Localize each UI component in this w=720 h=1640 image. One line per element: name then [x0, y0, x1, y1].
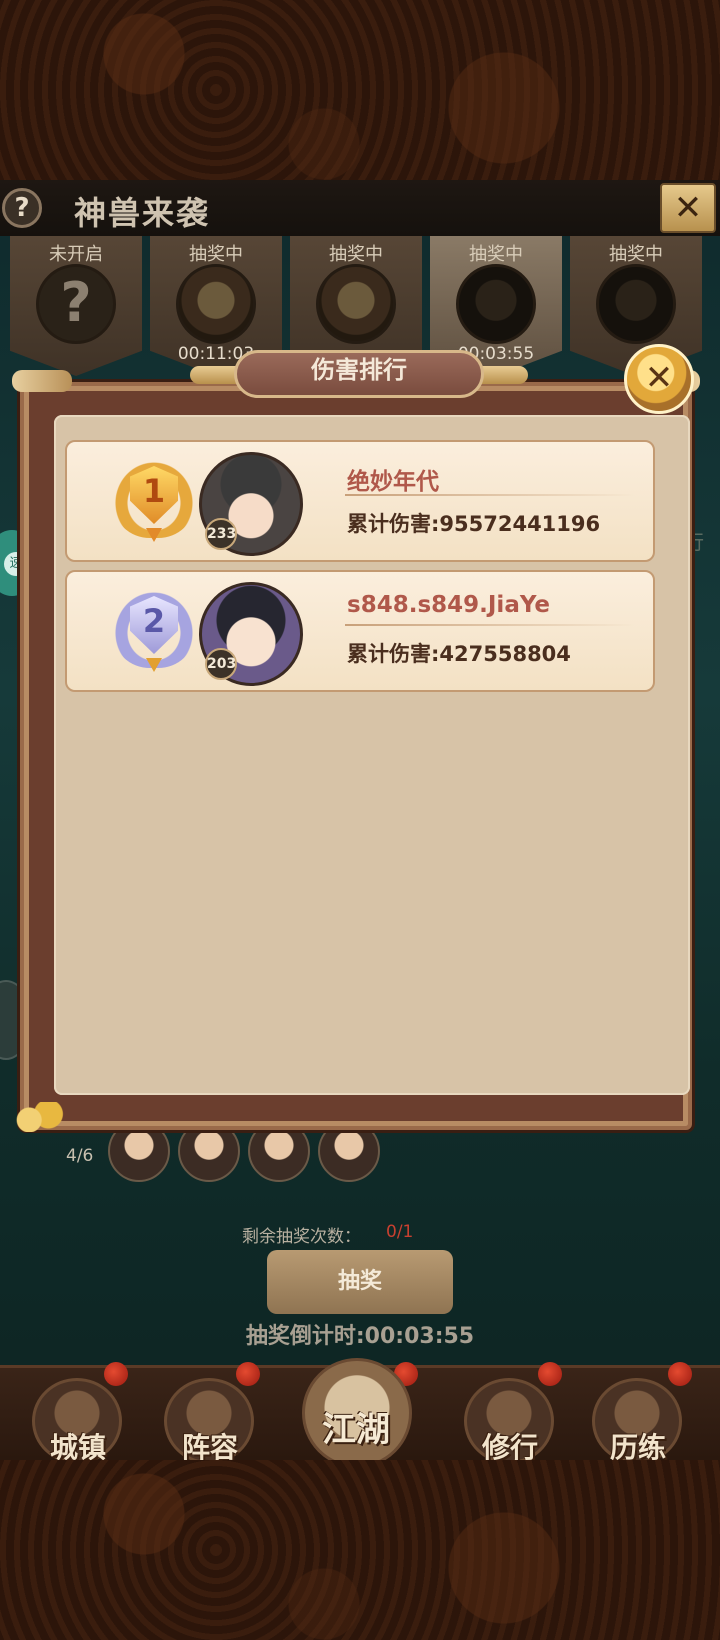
draw-countdown: 抽奖倒计时:00:03:55 [245, 1324, 475, 1349]
boss-tab-1[interactable]: 未开启 ? [10, 236, 142, 376]
player-name: 绝妙年代 [347, 469, 439, 495]
nav-town[interactable]: 城镇 [28, 1378, 128, 1460]
bottom-nav: 城镇 阵容 江湖 修行 历练 [0, 1358, 720, 1460]
close-icon[interactable]: ✕ [660, 183, 716, 233]
nav-cultivate[interactable]: 修行 [460, 1378, 560, 1460]
nav-training[interactable]: 历练 [588, 1378, 688, 1460]
game-area: ? 神兽来袭 ✕ 未开启 ? 抽奖中 00:11:03 抽奖中 抽奖中 00:0… [0, 180, 720, 1460]
level-badge: 203 [205, 648, 237, 680]
corner-ornament [12, 370, 72, 392]
nav-label: 阵容 [181, 1431, 238, 1460]
nav-label: 城镇 [49, 1431, 106, 1460]
page-title: 神兽来袭 [74, 194, 211, 232]
total-damage: 累计伤害:95572441196 [347, 512, 601, 536]
boss-tab-label: 未开启 [49, 244, 103, 265]
help-button[interactable]: ? [2, 188, 42, 228]
rank-number: 1 [142, 472, 166, 510]
boss-tab-label: 抽奖中 [609, 244, 663, 265]
bottom-background [0, 1460, 720, 1640]
ranking-row: 1 233 绝妙年代 累计伤害:95572441196 [65, 440, 655, 562]
boss-tab-label: 抽奖中 [329, 244, 383, 265]
hero-count: 4/6 [66, 1146, 94, 1166]
question-icon: ? [36, 264, 116, 344]
title-bar: ? 神兽来袭 ✕ [0, 180, 720, 236]
nav-label: 修行 [481, 1431, 538, 1460]
modal-close-button[interactable]: ✕ [624, 344, 694, 414]
total-damage: 累计伤害:427558804 [347, 642, 571, 666]
silver-medal-icon: 2 [113, 584, 195, 674]
top-background [0, 0, 720, 180]
draw-button[interactable]: 抽奖 [267, 1250, 453, 1314]
cloud-ornament [10, 1102, 74, 1132]
divider [345, 494, 635, 496]
modal-title: 伤害排行 [311, 356, 407, 384]
remaining-draws-value: 0/1 [386, 1222, 414, 1242]
boss-tab-label: 抽奖中 [469, 244, 523, 265]
remaining-draws-label: 剩余抽奖次数： [242, 1227, 361, 1247]
divider [345, 624, 635, 626]
boss-portrait [316, 264, 396, 344]
boss-portrait [176, 264, 256, 344]
nav-label: 历练 [609, 1431, 666, 1460]
gold-medal-icon: 1 [113, 454, 195, 544]
ranking-row: 2 203 s848.s849.JiaYe 累计伤害:427558804 [65, 570, 655, 692]
level-badge: 233 [205, 518, 237, 550]
boss-tab-label: 抽奖中 [189, 244, 243, 265]
nav-label: 江湖 [322, 1410, 390, 1450]
boss-portrait [456, 264, 536, 344]
rank-number: 2 [142, 602, 166, 640]
nav-lineup[interactable]: 阵容 [160, 1378, 260, 1460]
boss-portrait [596, 264, 676, 344]
player-name: s848.s849.JiaYe [347, 592, 550, 618]
nav-jianghu[interactable]: 江湖 [302, 1358, 412, 1460]
